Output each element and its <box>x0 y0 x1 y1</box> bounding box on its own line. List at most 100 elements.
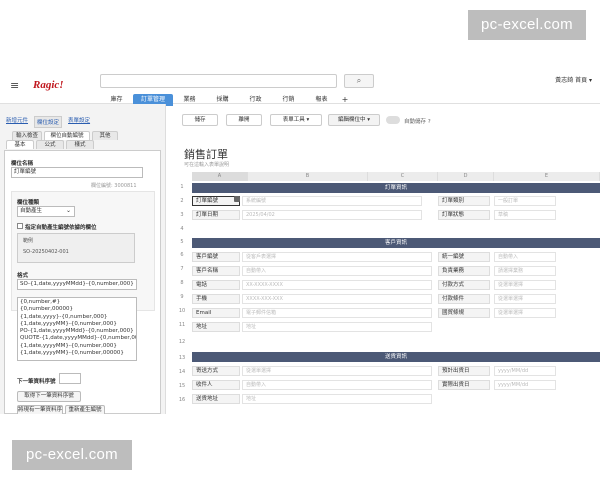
format-option[interactable]: {1,date,yyyyMM}-{0,number,000} <box>20 321 134 328</box>
user-menu[interactable]: 黃志錡 首頁 ▾ <box>555 75 592 84</box>
row-number: 14 <box>178 369 186 375</box>
tab-sales[interactable]: 業務 <box>173 94 206 106</box>
field-ship-addr[interactable]: 地址 <box>242 394 432 404</box>
field-order-type[interactable]: 一般訂單 <box>494 196 556 206</box>
field-label-phone[interactable]: 電話 <box>192 280 240 290</box>
field-label-sales[interactable]: 負責業務 <box>438 266 490 276</box>
field-order-status[interactable]: 草稿 <box>494 210 556 220</box>
field-act-ship[interactable]: yyyy/MM/dd <box>494 380 556 390</box>
col-header[interactable]: A <box>192 172 248 181</box>
next-seq-input[interactable] <box>59 373 81 384</box>
ragic-logo[interactable]: Ragic! <box>33 79 64 91</box>
subtab-style[interactable]: 樣式 <box>66 140 94 149</box>
field-label-receiver[interactable]: 收件人 <box>192 380 240 390</box>
format-option[interactable]: {1,date,yyyyMM}-{0,number,00000} <box>20 350 134 357</box>
editing-fields-button[interactable]: 編輯欄位中 ▾ <box>328 114 380 126</box>
field-est-ship[interactable]: yyyy/MM/dd <box>494 366 556 376</box>
field-label-email[interactable]: Email <box>192 308 240 318</box>
row-number: 10 <box>178 308 186 314</box>
field-label-order-no[interactable]: 訂單編號 <box>192 196 240 206</box>
field-label-ship-method[interactable]: 寄送方式 <box>192 366 240 376</box>
format-option[interactable]: {1,date,yyyyMM}-{0,number,000} <box>20 343 134 350</box>
field-phone[interactable]: XX-XXXX-XXXX <box>242 280 432 290</box>
field-label-act-ship[interactable]: 實際出貨日 <box>438 380 490 390</box>
tab-add-component[interactable]: 新增元件 <box>6 116 28 128</box>
search-button[interactable]: ⌕ <box>344 74 374 88</box>
tab-field-settings[interactable]: 欄位設定 <box>34 116 63 128</box>
subtab-auto-number[interactable]: 欄位自動編號 <box>44 131 90 140</box>
field-label-cust-no[interactable]: 客戶編號 <box>192 252 240 262</box>
field-cust-no[interactable]: 從客戶表選擇 <box>242 252 432 262</box>
format-option[interactable]: {0,number,00000} <box>20 306 134 313</box>
autosave-label: 自動儲存 ? <box>404 119 431 125</box>
field-label-cust-name[interactable]: 客戶名稱 <box>192 266 240 276</box>
field-pay-method[interactable]: 從選單選擇 <box>494 280 556 290</box>
field-trade-terms[interactable]: 從選單選擇 <box>494 308 556 318</box>
save-button[interactable]: 儲存 <box>182 114 218 126</box>
subtab-formula[interactable]: 公式 <box>36 140 64 149</box>
tab-reports[interactable]: 報表 <box>305 94 338 106</box>
row-number: 13 <box>178 355 186 361</box>
field-tax-id[interactable]: 自動帶入 <box>494 252 556 262</box>
field-sales[interactable]: 請選擇業務 <box>494 266 556 276</box>
form-tools-button[interactable]: 表單工具 ▾ <box>270 114 322 126</box>
get-next-seq-button[interactable]: 取得下一筆資料序號 <box>17 391 81 402</box>
field-id-text: 欄位編號: 3000811 <box>91 183 137 189</box>
field-label-mobile[interactable]: 手機 <box>192 294 240 304</box>
regenerate-number-button[interactable]: 重新產生編號 <box>65 405 105 414</box>
form-toolbar: 儲存 離開 表單工具 ▾ 編輯欄位中 ▾ 自動儲存 ? <box>172 114 600 130</box>
field-checkbox[interactable] <box>17 223 23 229</box>
subtab-basic[interactable]: 基本 <box>6 140 34 149</box>
format-option[interactable]: {0,number,#} <box>20 299 134 306</box>
format-options-list[interactable]: {0,number,#} {0,number,00000} {1,date,yy… <box>17 297 137 361</box>
field-label-ship-addr[interactable]: 送貨地址 <box>192 394 240 404</box>
field-label-est-ship[interactable]: 預計出貨日 <box>438 366 490 376</box>
field-order-no[interactable]: 系統編號 <box>242 196 422 206</box>
field-name-label: 欄位名稱 <box>11 161 34 167</box>
col-header[interactable]: B <box>248 172 368 181</box>
field-label-trade-terms[interactable]: 國貿條規 <box>438 308 490 318</box>
key-icon <box>234 196 240 202</box>
format-label: 格式 <box>17 273 29 279</box>
field-mobile[interactable]: XXXX-XXX-XXX <box>242 294 432 304</box>
field-ship-method[interactable]: 從選單選擇 <box>242 366 432 376</box>
search-input[interactable] <box>100 74 337 88</box>
subtab-other[interactable]: 其他 <box>92 131 118 140</box>
field-email[interactable]: 電子郵件信箱 <box>242 308 432 318</box>
tab-marketing[interactable]: 行銷 <box>272 94 305 106</box>
col-header[interactable]: E <box>494 172 600 181</box>
format-option[interactable]: QUOTE-{1,date,yyyyMMdd}-{0,number,000} <box>20 335 136 342</box>
field-label-pay-method[interactable]: 付款方式 <box>438 280 490 290</box>
menu-icon[interactable]: ≡ <box>10 80 19 91</box>
autosave-toggle[interactable] <box>386 116 400 124</box>
field-label-tax-id[interactable]: 統一編號 <box>438 252 490 262</box>
field-pay-terms[interactable]: 從選單選擇 <box>494 294 556 304</box>
field-order-date[interactable]: 2025/04/02 <box>242 210 422 220</box>
field-label-order-type[interactable]: 訂單類別 <box>438 196 490 206</box>
field-address[interactable]: 地址 <box>242 322 432 332</box>
close-button[interactable]: 離開 <box>226 114 262 126</box>
section-header-shipping: 送貨資訊 <box>192 352 600 362</box>
col-header[interactable]: C <box>368 172 438 181</box>
add-tab-button[interactable]: + <box>338 94 352 106</box>
col-header[interactable]: D <box>438 172 494 181</box>
panel-sub-tabs: 輸入檢查 欄位自動編號 其他 基本 公式 樣式 <box>6 131 162 149</box>
row-number: 3 <box>180 212 184 218</box>
tab-purchase[interactable]: 採購 <box>206 94 239 106</box>
field-label-pay-terms[interactable]: 付款條件 <box>438 294 490 304</box>
field-label-address[interactable]: 地址 <box>192 322 240 332</box>
subtab-input-check[interactable]: 輸入檢查 <box>12 131 42 140</box>
field-label-order-status[interactable]: 訂單狀態 <box>438 210 490 220</box>
tab-admin[interactable]: 行政 <box>239 94 272 106</box>
format-input[interactable]: SO-{1,date,yyyyMMdd}-{0,number,000} <box>17 279 137 290</box>
field-cust-name[interactable]: 自動帶入 <box>242 266 432 276</box>
format-option[interactable]: PO-{1,date,yyyyMMdd}-{0,number,000} <box>20 328 134 335</box>
field-receiver[interactable]: 自動帶入 <box>242 380 432 390</box>
section-header-customer: 客戶資訊 <box>192 238 600 248</box>
renumber-existing-button[interactable]: 將現有一筆資料序號 <box>17 405 63 414</box>
tab-form-settings[interactable]: 表單設定 <box>68 116 90 128</box>
field-name-input[interactable]: 訂單編號 <box>11 167 143 178</box>
row-number: 15 <box>178 383 186 389</box>
format-option[interactable]: {1,date,yyyy}-{0,number,000} <box>20 314 134 321</box>
field-label-order-date[interactable]: 訂單日期 <box>192 210 240 220</box>
